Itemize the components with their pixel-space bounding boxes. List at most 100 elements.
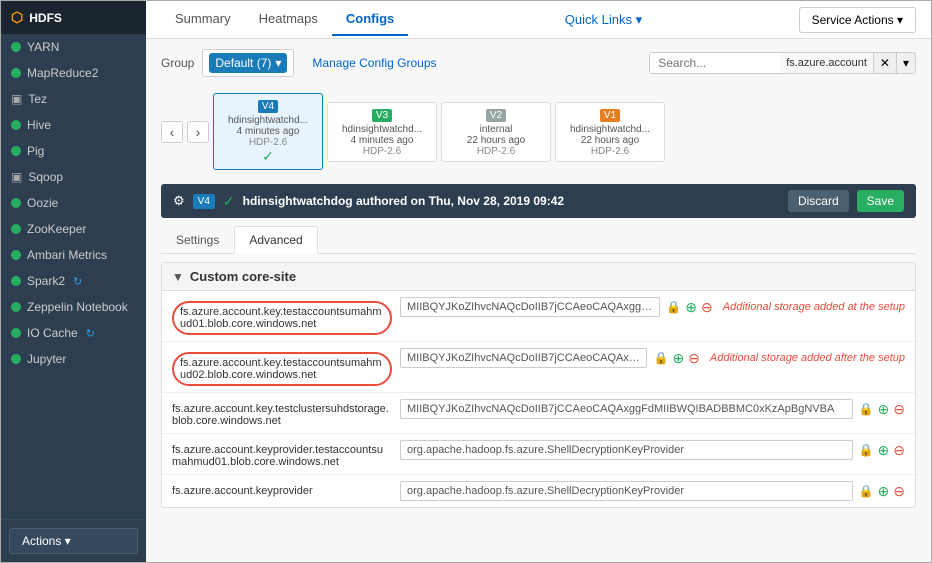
sidebar-item-hive[interactable]: Hive [1, 112, 146, 138]
group-select-dropdown[interactable]: Default (7) ▾ [209, 53, 287, 73]
version-check-v4: ✓ [222, 148, 314, 165]
remove-icon-4[interactable]: ⊖ [893, 483, 905, 500]
status-icon-io-cache [11, 328, 21, 338]
remove-icon-2[interactable]: ⊖ [893, 401, 905, 418]
config-row-1: fs.azure.account.key.testaccountsumahmud… [162, 342, 915, 393]
version-timeline: ‹ › V4 hdinsightwatchd... 4 minutes ago … [161, 87, 916, 176]
version-name-v4: hdinsightwatchd... [222, 115, 314, 126]
config-content: Group Default (7) ▾ Manage Config Groups… [146, 39, 931, 562]
tab-advanced[interactable]: Advanced [234, 226, 317, 254]
sidebar-item-zookeeper[interactable]: ZooKeeper [1, 216, 146, 242]
tab-summary[interactable]: Summary [161, 3, 245, 36]
config-value-input-0[interactable] [400, 297, 660, 317]
group-select[interactable]: Default (7) ▾ [202, 49, 294, 77]
config-row-3: fs.azure.account.keyprovider.testaccount… [162, 434, 915, 475]
lock-icon-0[interactable]: 🔒 [666, 300, 681, 314]
sidebar-item-yarn[interactable]: YARN [1, 34, 146, 60]
sidebar-label-zookeeper: ZooKeeper [27, 222, 86, 236]
add-icon-1[interactable]: ⊕ [672, 350, 684, 367]
version-time-v2: 22 hours ago [450, 135, 542, 146]
cv-check-icon: ✓ [223, 193, 235, 210]
sidebar-item-io-cache[interactable]: IO Cache ↻ [1, 320, 146, 346]
config-actions-0: 🔒 ⊕ ⊖ [666, 299, 712, 316]
config-value-input-3[interactable] [400, 440, 853, 460]
lock-icon-2[interactable]: 🔒 [859, 402, 874, 416]
sidebar-item-mapreduce2[interactable]: MapReduce2 [1, 60, 146, 86]
config-value-wrapper-0: 🔒 ⊕ ⊖ Additional storage added at the se… [400, 297, 905, 317]
monitor-icon-tez: ▣ [11, 92, 22, 106]
cv-authored-text: authored on [356, 194, 429, 208]
tab-configs[interactable]: Configs [332, 3, 408, 36]
sidebar-label-zeppelin: Zeppelin Notebook [27, 300, 128, 314]
lock-icon-4[interactable]: 🔒 [859, 484, 874, 498]
status-icon-zookeeper [11, 224, 21, 234]
save-button[interactable]: Save [857, 190, 904, 212]
remove-icon-3[interactable]: ⊖ [893, 442, 905, 459]
config-value-wrapper-4: 🔒 ⊕ ⊖ [400, 481, 905, 501]
sidebar-label-hive: Hive [27, 118, 51, 132]
add-icon-4[interactable]: ⊕ [878, 483, 890, 500]
sidebar-item-jupyter[interactable]: Jupyter [1, 346, 146, 372]
sidebar-item-tez[interactable]: ▣ Tez [1, 86, 146, 112]
service-actions-button[interactable]: Service Actions ▾ [799, 7, 916, 33]
monitor-icon-sqoop: ▣ [11, 170, 22, 184]
version-nav-prev[interactable]: ‹ [161, 121, 183, 143]
tab-heatmaps[interactable]: Heatmaps [245, 3, 332, 36]
actions-button[interactable]: Actions ▾ [9, 528, 138, 554]
version-nav-next[interactable]: › [187, 121, 209, 143]
sidebar-item-sqoop[interactable]: ▣ Sqoop [1, 164, 146, 190]
config-value-input-4[interactable] [400, 481, 853, 501]
config-value-input-2[interactable] [400, 399, 853, 419]
version-icon-btn[interactable]: ⚙ [173, 193, 185, 209]
config-row-2: fs.azure.account.key.testclustersuhdstor… [162, 393, 915, 434]
sidebar-item-spark2[interactable]: Spark2 ↻ [1, 268, 146, 294]
tab-settings[interactable]: Settings [161, 226, 234, 253]
quick-links[interactable]: Quick Links ▾ [565, 12, 642, 28]
sidebar-actions: Actions ▾ [1, 519, 146, 562]
version-time-v4: 4 minutes ago [222, 126, 314, 137]
sidebar-item-oozie[interactable]: Oozie [1, 190, 146, 216]
group-dropdown-arrow: ▾ [275, 56, 281, 70]
version-name-v2: internal [450, 124, 542, 135]
version-card-v3[interactable]: V3 hdinsightwatchd... 4 minutes ago HDP-… [327, 102, 437, 162]
lock-icon-3[interactable]: 🔒 [859, 443, 874, 457]
sidebar-label-mapreduce2: MapReduce2 [27, 66, 98, 80]
status-icon-spark2 [11, 276, 21, 286]
search-config-dropdown-button[interactable]: ▾ [896, 53, 915, 73]
remove-icon-0[interactable]: ⊖ [701, 299, 713, 316]
status-icon-zeppelin [11, 302, 21, 312]
sidebar-item-pig[interactable]: Pig [1, 138, 146, 164]
add-icon-3[interactable]: ⊕ [878, 442, 890, 459]
remove-icon-1[interactable]: ⊖ [688, 350, 700, 367]
current-version-bar: ⚙ V4 ✓ hdinsightwatchdog authored on Thu… [161, 184, 916, 218]
sidebar-label-ambari: Ambari Metrics [27, 248, 107, 262]
sidebar-header: ⬡ HDFS [1, 1, 146, 34]
add-icon-0[interactable]: ⊕ [685, 299, 697, 316]
refresh-icon-io-cache[interactable]: ↻ [86, 327, 95, 340]
section-toggle-icon[interactable]: ▼ [172, 270, 184, 284]
version-card-v4[interactable]: V4 hdinsightwatchd... 4 minutes ago HDP-… [213, 93, 323, 170]
refresh-icon-spark2[interactable]: ↻ [73, 275, 82, 288]
sidebar-label-spark2: Spark2 [27, 274, 65, 288]
config-key-3: fs.azure.account.keyprovider.testaccount… [172, 440, 392, 468]
sidebar-item-zeppelin[interactable]: Zeppelin Notebook [1, 294, 146, 320]
version-card-v1[interactable]: V1 hdinsightwatchd... 22 hours ago HDP-2… [555, 102, 665, 162]
config-value-input-1[interactable] [400, 348, 647, 368]
cv-author: hdinsightwatchdog [243, 194, 353, 208]
search-config-input[interactable] [650, 53, 780, 73]
sidebar-label-oozie: Oozie [27, 196, 58, 210]
version-badge-v1: V1 [600, 109, 620, 122]
search-config-clear-button[interactable]: ✕ [873, 53, 896, 73]
config-value-wrapper-3: 🔒 ⊕ ⊖ [400, 440, 905, 460]
version-card-v2[interactable]: V2 internal 22 hours ago HDP-2.6 [441, 102, 551, 162]
discard-button[interactable]: Discard [788, 190, 849, 212]
lock-icon-1[interactable]: 🔒 [653, 351, 668, 365]
annotation-0: Additional storage added at the setup [723, 301, 905, 313]
sidebar-label-jupyter: Jupyter [27, 352, 66, 366]
add-icon-2[interactable]: ⊕ [878, 401, 890, 418]
status-icon-hive [11, 120, 21, 130]
sidebar-item-ambari-metrics[interactable]: Ambari Metrics [1, 242, 146, 268]
version-time-v1: 22 hours ago [564, 135, 656, 146]
manage-config-groups-link[interactable]: Manage Config Groups [312, 56, 436, 70]
config-section-header[interactable]: ▼ Custom core-site [162, 263, 915, 291]
